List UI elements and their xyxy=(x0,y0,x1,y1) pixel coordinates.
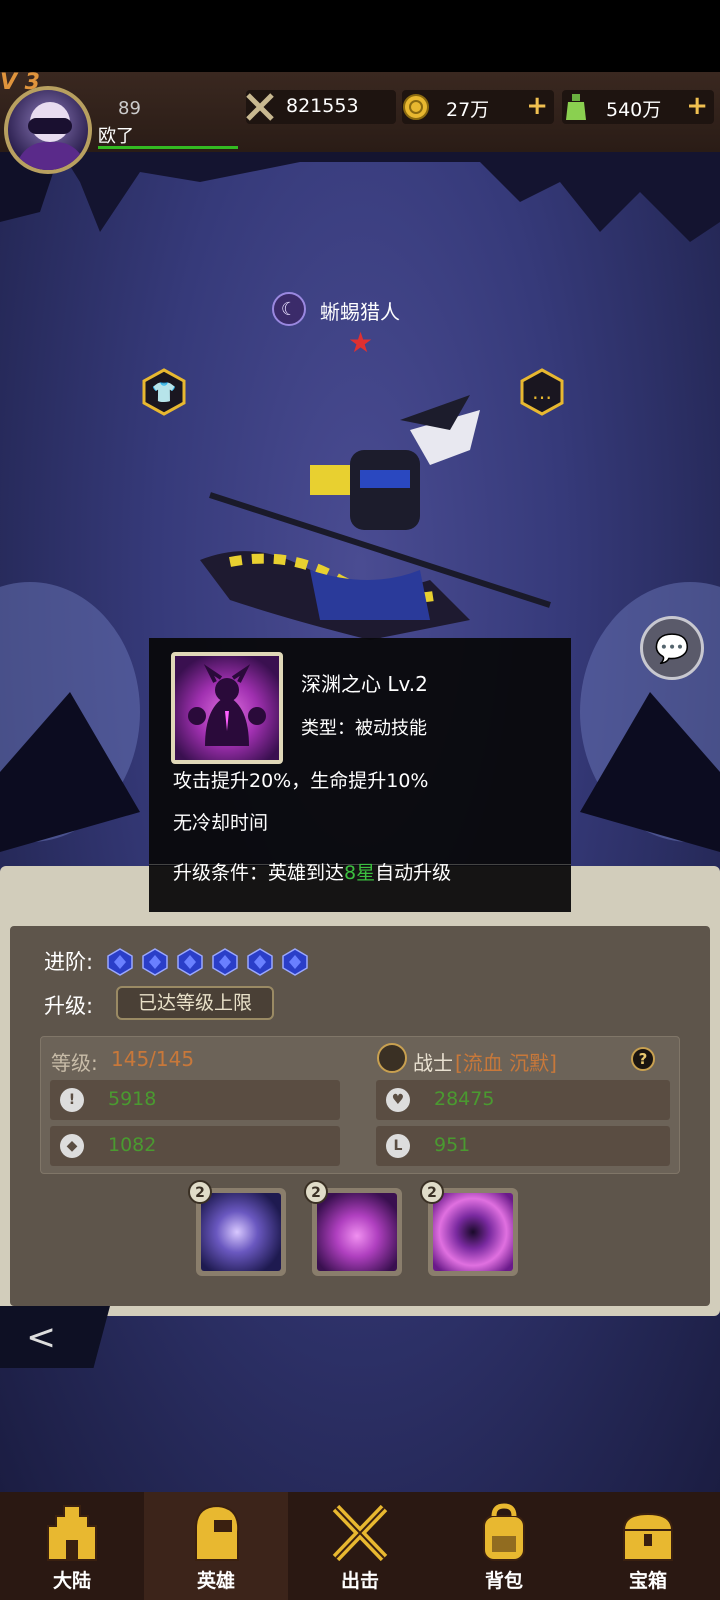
hero-name: 蜥蜴猎人 xyxy=(320,300,400,324)
nav-battle[interactable]: 出击 xyxy=(288,1492,432,1600)
chest-icon xyxy=(622,1512,674,1561)
skill-level-badge: 2 xyxy=(304,1180,328,1204)
speed-value: 951 xyxy=(434,1134,471,1156)
advance-gem-icon xyxy=(107,948,133,976)
nav-label: 背包 xyxy=(484,1570,523,1592)
add-gold-button[interactable]: + xyxy=(526,91,548,121)
skill-tooltip: 深渊之心 Lv.2 类型：被动技能 攻击提升20%，生命提升10% 无冷却时间 … xyxy=(149,638,571,912)
skill-name: 深渊之心 Lv.2 xyxy=(301,672,428,696)
player-avatar[interactable] xyxy=(4,86,92,174)
help-icon[interactable]: ? xyxy=(631,1047,655,1071)
nav-label: 英雄 xyxy=(196,1570,235,1592)
level-value: 145/145 xyxy=(111,1047,195,1071)
nav-backpack[interactable]: 背包 xyxy=(432,1492,576,1600)
nav-label: 出击 xyxy=(340,1570,379,1592)
player-level: 89 xyxy=(118,98,141,119)
attack-icon: ! xyxy=(60,1088,84,1112)
hero-character-art xyxy=(200,395,551,640)
attack-stat: ! 5918 xyxy=(50,1080,340,1120)
castle-icon xyxy=(47,1505,97,1561)
advance-gem-icon xyxy=(212,948,238,976)
star-icon: ★ xyxy=(348,326,374,359)
bottom-nav: 大陆 英雄 出击 背包 宝箱 xyxy=(0,1492,720,1600)
hp-value: 28475 xyxy=(434,1088,495,1110)
skill-effect: 攻击提升20%，生命提升10% xyxy=(173,770,429,792)
abyss-heart-icon xyxy=(171,652,283,764)
power-value: 821553 xyxy=(286,95,359,117)
shield-icon: ◆ xyxy=(60,1134,84,1158)
crossed-swords-icon xyxy=(332,1504,388,1562)
coin-icon xyxy=(398,90,434,124)
helmet-icon xyxy=(195,1504,240,1561)
back-button[interactable]: < xyxy=(0,1306,110,1368)
vortex-icon xyxy=(433,1193,513,1271)
potion-value: 540万 xyxy=(606,99,662,121)
chat-icon: 💬 xyxy=(654,631,690,665)
heart-icon: ♥ xyxy=(386,1088,410,1112)
advance-gem-icon xyxy=(142,948,168,976)
nav-label: 宝箱 xyxy=(628,1570,667,1592)
backpack-icon xyxy=(483,1503,525,1561)
potion-display: 540万 + xyxy=(562,90,714,124)
skill-slot-1[interactable]: 2 xyxy=(188,1180,286,1276)
skill-slot-3[interactable]: 2 xyxy=(420,1180,518,1276)
class-name: 战士 xyxy=(413,1051,453,1075)
speed-stat: L 951 xyxy=(376,1126,670,1166)
skill-type: 类型：被动技能 xyxy=(301,718,427,739)
skill-cooldown: 无冷却时间 xyxy=(173,812,269,834)
boot-icon: L xyxy=(386,1134,410,1158)
advance-label: 进阶: xyxy=(44,950,94,974)
hp-stat: ♥ 28475 xyxy=(376,1080,670,1120)
advance-gem-icon xyxy=(247,948,273,976)
abyss-heart-icon xyxy=(317,1193,397,1271)
star-requirement: 8星 xyxy=(344,862,376,884)
chat-button[interactable]: 💬 xyxy=(640,616,704,680)
xp-bar xyxy=(98,146,238,149)
skill-level-badge: 2 xyxy=(188,1180,212,1204)
power-display: 821553 xyxy=(246,90,396,124)
nav-hero[interactable]: 英雄 xyxy=(144,1492,288,1600)
skill-upgrade-condition: 升级条件：英雄到达8星自动升级 xyxy=(173,862,452,884)
nav-continent[interactable]: 大陆 xyxy=(0,1492,144,1600)
potion-bottle-icon xyxy=(558,90,594,124)
advance-gem-icon xyxy=(177,948,203,976)
skill-level-badge: 2 xyxy=(420,1180,444,1204)
crossed-swords-icon xyxy=(242,90,278,124)
max-level-button[interactable]: 已达等级上限 xyxy=(116,986,274,1020)
class-tags: [流血 沉默] xyxy=(455,1051,557,1075)
claw-slash-icon xyxy=(201,1193,281,1271)
upgrade-label: 升级: xyxy=(44,994,94,1018)
defense-value: 1082 xyxy=(108,1134,157,1156)
attack-value: 5918 xyxy=(108,1088,157,1110)
advance-gem-icon xyxy=(282,948,308,976)
warrior-class-icon xyxy=(377,1043,407,1073)
level-label: 等级: xyxy=(51,1051,98,1075)
add-potion-button[interactable]: + xyxy=(686,91,708,121)
skill-slot-2[interactable]: 2 xyxy=(304,1180,402,1276)
player-name: 欧了 xyxy=(98,126,134,147)
nav-label: 大陆 xyxy=(52,1570,91,1592)
defense-stat: ◆ 1082 xyxy=(50,1126,340,1166)
gold-value: 27万 xyxy=(446,99,490,121)
gold-display: 27万 + xyxy=(402,90,554,124)
back-arrow-icon: < xyxy=(26,1316,57,1358)
nav-chest[interactable]: 宝箱 xyxy=(576,1492,720,1600)
